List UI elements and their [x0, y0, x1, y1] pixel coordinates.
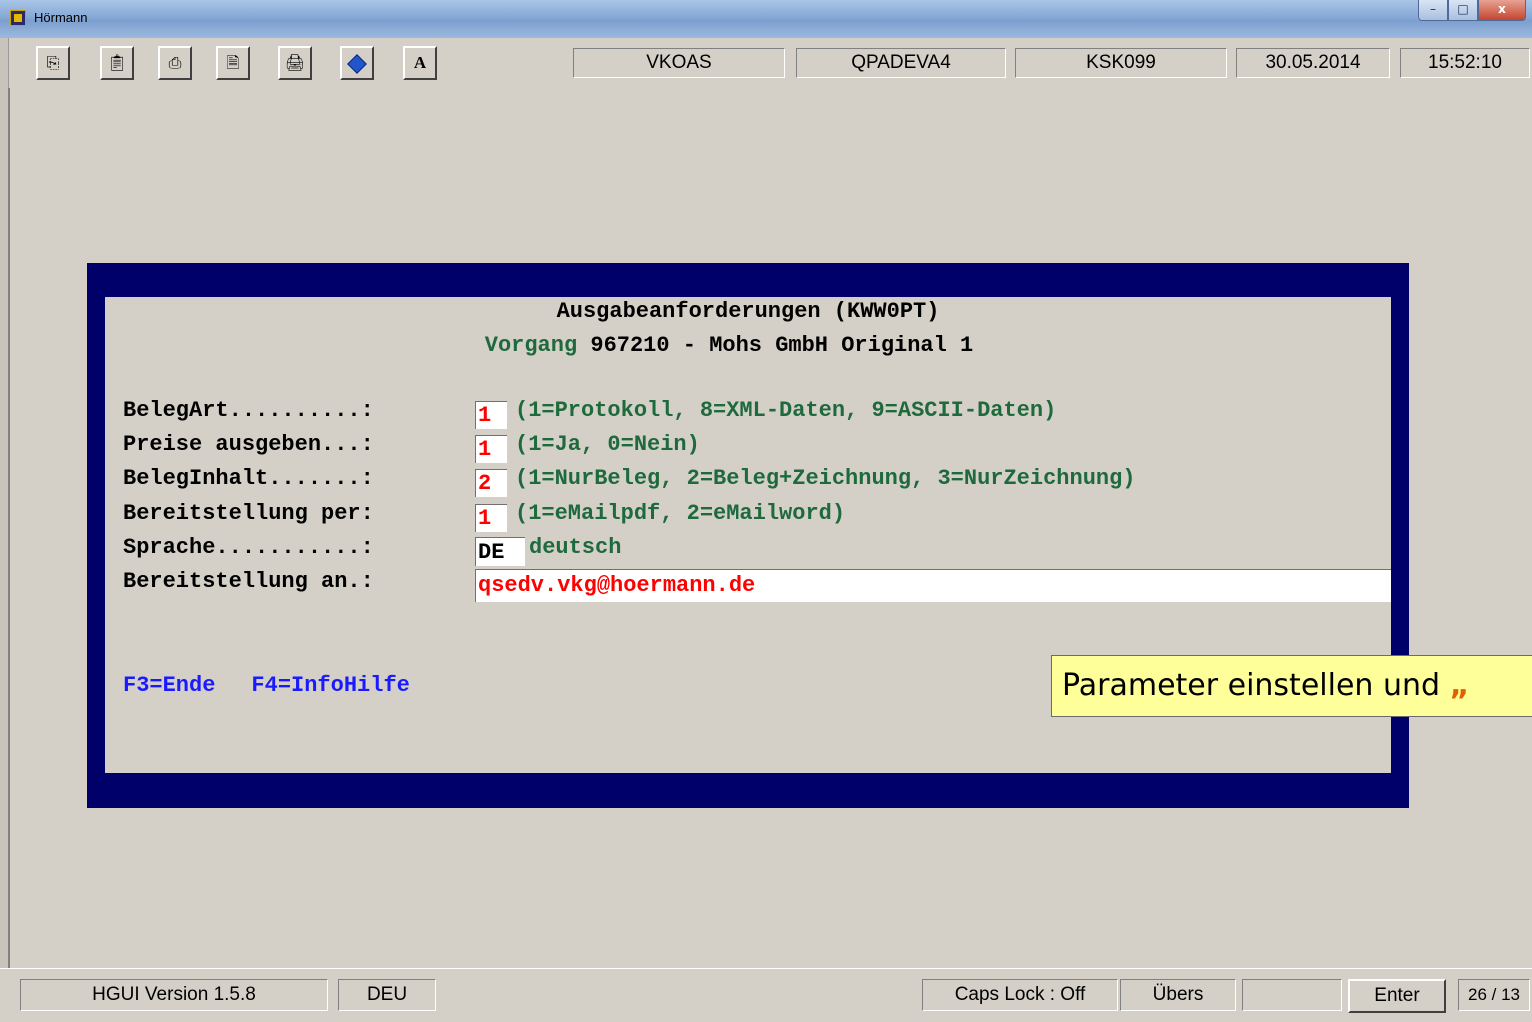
print-preview-icon[interactable]: 🗎 [216, 46, 250, 80]
font-icon[interactable]: A [403, 46, 437, 80]
overwrite-field: Übers [1120, 979, 1236, 1011]
subtitle-prefix: Vorgang [484, 333, 578, 358]
beleginhalt-hint: (1=NurBeleg, 2=Beleg+Zeichnung, 3=NurZei… [515, 466, 1136, 491]
preise-input[interactable]: 1 [475, 435, 507, 463]
empty-status-field [1242, 979, 1342, 1011]
caps-lock-field: Caps Lock : Off [922, 979, 1118, 1011]
maximize-button[interactable]: □ [1448, 0, 1478, 21]
callout-text: Parameter einstellen und [1062, 668, 1450, 703]
print-screen-icon[interactable]: 🖨︎ [278, 46, 312, 80]
copy-icon[interactable]: ⎘ [36, 46, 70, 80]
belegart-input[interactable]: 1 [475, 401, 507, 429]
close-button[interactable]: x [1478, 0, 1526, 21]
sprache-input[interactable]: DE [475, 537, 525, 566]
status-bar: HGUI Version 1.5.8 DEU Caps Lock : Off Ü… [0, 968, 1532, 1022]
dialog-subtitle: Vorgang 967210 - Mohs GmbH Original 1 [105, 333, 1353, 358]
dialog-title: Ausgabeanforderungen (KWW0PT) [556, 299, 940, 324]
cursor-position-field: 26 / 13 [1458, 979, 1530, 1011]
toolbar: ⎘ 📋︎ ⎙ 🗎 🖨︎ A VKOAS QPADEVA4 KSK099 30.0… [0, 38, 1532, 88]
program-field: VKOAS [573, 48, 785, 78]
callout-quote: „ [1449, 668, 1470, 703]
bereitstellung-per-hint: (1=eMailpdf, 2=eMailword) [515, 501, 846, 526]
f4-help-key[interactable]: F4=InfoHilfe [251, 673, 409, 698]
print-icon[interactable]: ⎙ [158, 46, 192, 80]
belegart-hint: (1=Protokoll, 8=XML-Daten, 9=ASCII-Daten… [515, 398, 1057, 423]
bereitstellung-an-label: Bereitstellung an.: [123, 569, 374, 594]
subtitle-order: 967210 - Mohs GmbH Original 1 [590, 333, 974, 358]
library-field: QPADEVA4 [796, 48, 1006, 78]
version-field: HGUI Version 1.5.8 [20, 979, 328, 1011]
beleginhalt-input[interactable]: 2 [475, 469, 507, 497]
preise-hint: (1=Ja, 0=Nein) [515, 432, 700, 457]
date-field: 30.05.2014 [1236, 48, 1390, 78]
device-field: KSK099 [1015, 48, 1227, 78]
beleginhalt-label: BelegInhalt.......: [123, 466, 374, 491]
bereitstellung-per-label: Bereitstellung per: [123, 501, 374, 526]
paste-icon[interactable]: 📋︎ [100, 46, 134, 80]
minimize-button[interactable]: – [1418, 0, 1448, 21]
instruction-callout: Parameter einstellen und „ [1051, 655, 1532, 717]
enter-button[interactable]: Enter [1348, 979, 1446, 1013]
language-field: DEU [338, 979, 436, 1011]
window-controls: – □ x [1418, 0, 1526, 22]
app-logo-icon [10, 10, 26, 26]
email-field[interactable]: qsedv.vkg@hoermann.de [475, 569, 1391, 602]
function-keys: F3=Ende F4=InfoHilfe [123, 673, 410, 698]
preise-label: Preise ausgeben...: [123, 432, 374, 457]
time-field: 15:52:10 [1400, 48, 1530, 78]
f3-exit-key[interactable]: F3=Ende [123, 673, 215, 698]
title-bar: Hörmann – □ x [0, 0, 1532, 39]
sprache-name: deutsch [529, 535, 622, 560]
belegart-label: BelegArt..........: [123, 398, 374, 423]
diamond-icon[interactable] [340, 46, 374, 80]
bereitstellung-per-input[interactable]: 1 [475, 504, 507, 532]
sprache-label: Sprache...........: [123, 535, 374, 560]
output-request-dialog: Ausgabeanforderungen (KWW0PT) Vorgang 96… [87, 263, 1409, 808]
window-title: Hörmann [34, 10, 88, 25]
